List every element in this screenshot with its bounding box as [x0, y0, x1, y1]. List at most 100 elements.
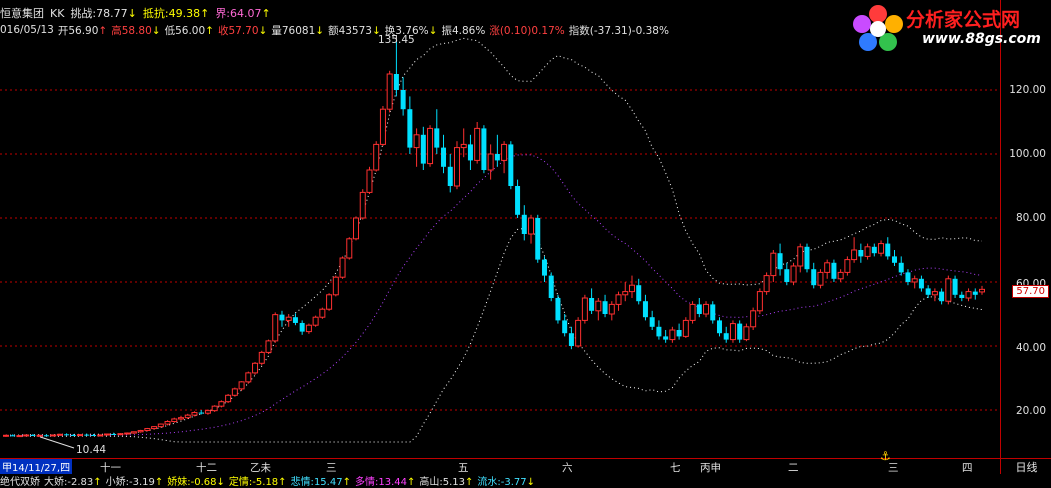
candle-body: [43, 435, 49, 437]
candle-body: [178, 417, 185, 420]
candle: [481, 125, 487, 174]
candle-body: [669, 329, 676, 341]
candle: [656, 320, 662, 340]
candle-body: [649, 317, 655, 327]
candle: [581, 294, 588, 324]
candle-body: [528, 217, 535, 235]
candlestick-chart[interactable]: [0, 0, 1000, 458]
candle: [811, 262, 817, 289]
candle: [804, 243, 810, 273]
candle-body: [265, 340, 272, 353]
candle: [622, 282, 629, 302]
x-tick: 丙申: [700, 462, 721, 474]
candle-body: [441, 147, 447, 167]
candle: [359, 189, 366, 220]
candle-body: [737, 323, 743, 340]
period-selector[interactable]: 日线: [1000, 458, 1051, 474]
candle: [56, 433, 63, 436]
trough-leader-line: [39, 436, 75, 449]
footer-value: -0.68: [190, 477, 217, 488]
candle-body: [144, 428, 151, 431]
candle: [608, 301, 615, 321]
candle-body: [204, 410, 211, 414]
candle: [453, 141, 460, 190]
candle: [602, 294, 608, 318]
candle-body: [555, 298, 561, 321]
candle-body: [615, 294, 622, 305]
candle: [939, 288, 945, 305]
candle-body: [642, 301, 648, 318]
candle-body: [703, 303, 710, 315]
candle: [562, 314, 568, 337]
candle-body: [225, 394, 232, 403]
candle-body: [696, 304, 702, 314]
candle: [400, 77, 406, 116]
x-tick: 四: [962, 462, 973, 474]
candle-body: [157, 423, 164, 428]
candle: [97, 434, 104, 437]
candle: [555, 294, 561, 324]
candle: [50, 434, 57, 437]
candle: [501, 141, 508, 174]
candle-body: [366, 169, 373, 193]
candle-body: [817, 271, 824, 286]
trough-annotation: 10.44: [76, 444, 107, 456]
candle-body: [481, 128, 487, 170]
candle: [487, 144, 494, 180]
candle-body: [844, 259, 851, 273]
candle: [460, 128, 467, 158]
candle: [878, 240, 885, 257]
candle-body: [743, 326, 750, 341]
cursor-date-box: 甲14/11/27,四: [0, 459, 73, 474]
candle: [784, 262, 790, 286]
candle-body: [831, 262, 837, 279]
site-logo: 分析家公式网 www.88gs.com: [850, 2, 1050, 54]
candle-body: [939, 291, 945, 302]
candle-body: [911, 278, 918, 283]
candle-body: [682, 319, 689, 337]
candle-body: [622, 291, 629, 296]
candle-body: [965, 291, 972, 299]
candle-body: [851, 249, 858, 261]
candle: [238, 381, 245, 391]
candle: [16, 434, 23, 438]
candle-body: [353, 217, 360, 240]
candle: [817, 269, 824, 289]
candle: [36, 434, 43, 437]
arrow-down-icon: ↓: [216, 477, 225, 488]
candle-body: [784, 269, 790, 282]
logo-text: 分析家公式网: [906, 9, 1021, 31]
candle-body: [56, 433, 63, 436]
candle-body: [299, 322, 305, 332]
candle: [756, 288, 763, 314]
candle-body: [521, 214, 527, 234]
y-tick: 100.00: [1009, 148, 1046, 160]
candle-body: [804, 246, 810, 270]
indicator-footer: 绝代双娇 大娇:-2.83↑ 小娇:-3.19↑ 娇妹:-0.68↓ 定情:-5…: [0, 473, 535, 488]
candle-body: [124, 432, 131, 435]
candle: [245, 371, 252, 384]
candle-body: [878, 243, 885, 254]
candle-body: [64, 434, 70, 436]
footer-indicator-name: 绝代双娇: [0, 477, 40, 488]
candle: [427, 125, 434, 167]
candle-body: [326, 294, 333, 310]
footer-label: 多情:: [354, 477, 379, 488]
candle: [972, 288, 978, 300]
candle: [441, 134, 447, 174]
candle: [777, 243, 783, 276]
candle: [305, 323, 312, 334]
candle-body: [716, 320, 722, 334]
candle-body: [453, 147, 460, 187]
candle-body: [824, 262, 831, 273]
candle-body: [568, 333, 574, 346]
candle-body: [111, 434, 117, 435]
candle-body: [515, 186, 521, 215]
candle: [871, 243, 877, 257]
candle-body: [10, 435, 16, 437]
candle: [117, 433, 124, 436]
candle: [299, 320, 305, 335]
candle: [420, 126, 426, 170]
candle: [979, 285, 985, 295]
candle: [332, 275, 339, 297]
